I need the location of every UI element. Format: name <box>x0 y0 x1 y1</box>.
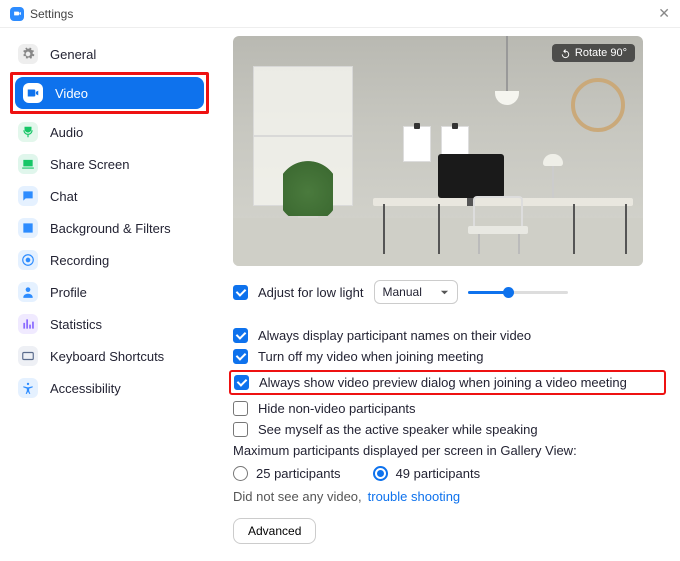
sidebar-item-label: Profile <box>50 285 87 300</box>
radio-button[interactable] <box>233 466 248 481</box>
chevron-down-icon <box>440 288 449 297</box>
window-title: Settings <box>30 7 73 21</box>
trouble-row: Did not see any video, trouble shooting <box>233 489 662 504</box>
close-icon[interactable]: ✕ <box>658 5 670 22</box>
gallery-choice[interactable]: 25 participants <box>233 466 341 481</box>
sidebar-item-keyboard[interactable]: Keyboard Shortcuts <box>10 340 209 372</box>
rotate-label: Rotate 90° <box>575 47 627 59</box>
option-checkbox[interactable] <box>233 401 248 416</box>
adjust-low-light-label: Adjust for low light <box>258 285 364 300</box>
stats-icon <box>18 314 38 334</box>
sidebar-item-label: Share Screen <box>50 157 130 172</box>
sidebar-item-audio[interactable]: Audio <box>10 116 209 148</box>
a11y-icon <box>18 378 38 398</box>
share-icon <box>18 154 38 174</box>
audio-icon <box>18 122 38 142</box>
sidebar-item-profile[interactable]: Profile <box>10 276 209 308</box>
gallery-choice[interactable]: 49 participants <box>373 466 481 481</box>
rotate-button[interactable]: Rotate 90° <box>552 44 635 62</box>
sidebar-item-a11y[interactable]: Accessibility <box>10 372 209 404</box>
sidebar-item-stats[interactable]: Statistics <box>10 308 209 340</box>
sidebar-item-label: Audio <box>50 125 83 140</box>
titlebar: Settings ✕ <box>0 0 680 28</box>
option-checkbox[interactable] <box>233 349 248 364</box>
sidebar-item-label: Keyboard Shortcuts <box>50 349 164 364</box>
option-row: Always show video preview dialog when jo… <box>234 375 661 390</box>
option-row: Always display participant names on thei… <box>233 328 662 343</box>
adjust-low-light-checkbox[interactable] <box>233 285 248 300</box>
sidebar: General Video Audio Share Screen Chat Backgro… <box>0 28 215 561</box>
trouble-prefix: Did not see any video, <box>233 489 362 504</box>
video-preview: Rotate 90° <box>233 36 643 266</box>
chat-icon <box>18 186 38 206</box>
gallery-label: Maximum participants displayed per scree… <box>233 443 577 458</box>
option-checkbox[interactable] <box>233 422 248 437</box>
sidebar-item-video[interactable]: Video <box>15 77 204 109</box>
sidebar-item-label: Background & Filters <box>50 221 171 236</box>
sidebar-item-label: Video <box>55 86 88 101</box>
option-row: See myself as the active speaker while s… <box>233 422 662 437</box>
keyboard-icon <box>18 346 38 366</box>
low-light-mode-dropdown[interactable]: Manual <box>374 280 458 304</box>
settings-content: Rotate 90° Adjust for low light Manual A… <box>215 28 680 561</box>
app-icon <box>10 7 24 21</box>
trouble-link[interactable]: trouble shooting <box>368 489 461 504</box>
option-checkbox[interactable] <box>233 328 248 343</box>
sidebar-item-label: General <box>50 47 96 62</box>
sidebar-item-bg[interactable]: Background & Filters <box>10 212 209 244</box>
profile-icon <box>18 282 38 302</box>
low-light-slider[interactable] <box>468 285 568 299</box>
sidebar-item-label: Accessibility <box>50 381 121 396</box>
option-checkbox[interactable] <box>234 375 249 390</box>
adjust-low-light-row: Adjust for low light Manual <box>233 280 662 304</box>
gallery-choice-label: 49 participants <box>396 466 481 481</box>
sidebar-item-gear[interactable]: General <box>10 38 209 70</box>
gallery-choice-label: 25 participants <box>256 466 341 481</box>
sidebar-item-label: Statistics <box>50 317 102 332</box>
option-row: Turn off my video when joining meeting <box>233 349 662 364</box>
sidebar-item-label: Recording <box>50 253 109 268</box>
sidebar-item-label: Chat <box>50 189 77 204</box>
option-label: Always show video preview dialog when jo… <box>259 375 627 390</box>
sidebar-item-chat[interactable]: Chat <box>10 180 209 212</box>
video-icon <box>23 83 43 103</box>
sidebar-item-rec[interactable]: Recording <box>10 244 209 276</box>
option-label: Always display participant names on thei… <box>258 328 531 343</box>
gallery-label-row: Maximum participants displayed per scree… <box>233 443 662 458</box>
radio-button[interactable] <box>373 466 388 481</box>
gallery-choices: 25 participants 49 participants <box>233 466 662 481</box>
low-light-mode-value: Manual <box>383 285 422 299</box>
advanced-button[interactable]: Advanced <box>233 518 316 544</box>
option-row: Hide non-video participants <box>233 401 662 416</box>
option-label: Hide non-video participants <box>258 401 416 416</box>
option-label: Turn off my video when joining meeting <box>258 349 483 364</box>
option-label: See myself as the active speaker while s… <box>258 422 538 437</box>
bg-icon <box>18 218 38 238</box>
sidebar-item-share[interactable]: Share Screen <box>10 148 209 180</box>
gear-icon <box>18 44 38 64</box>
rec-icon <box>18 250 38 270</box>
